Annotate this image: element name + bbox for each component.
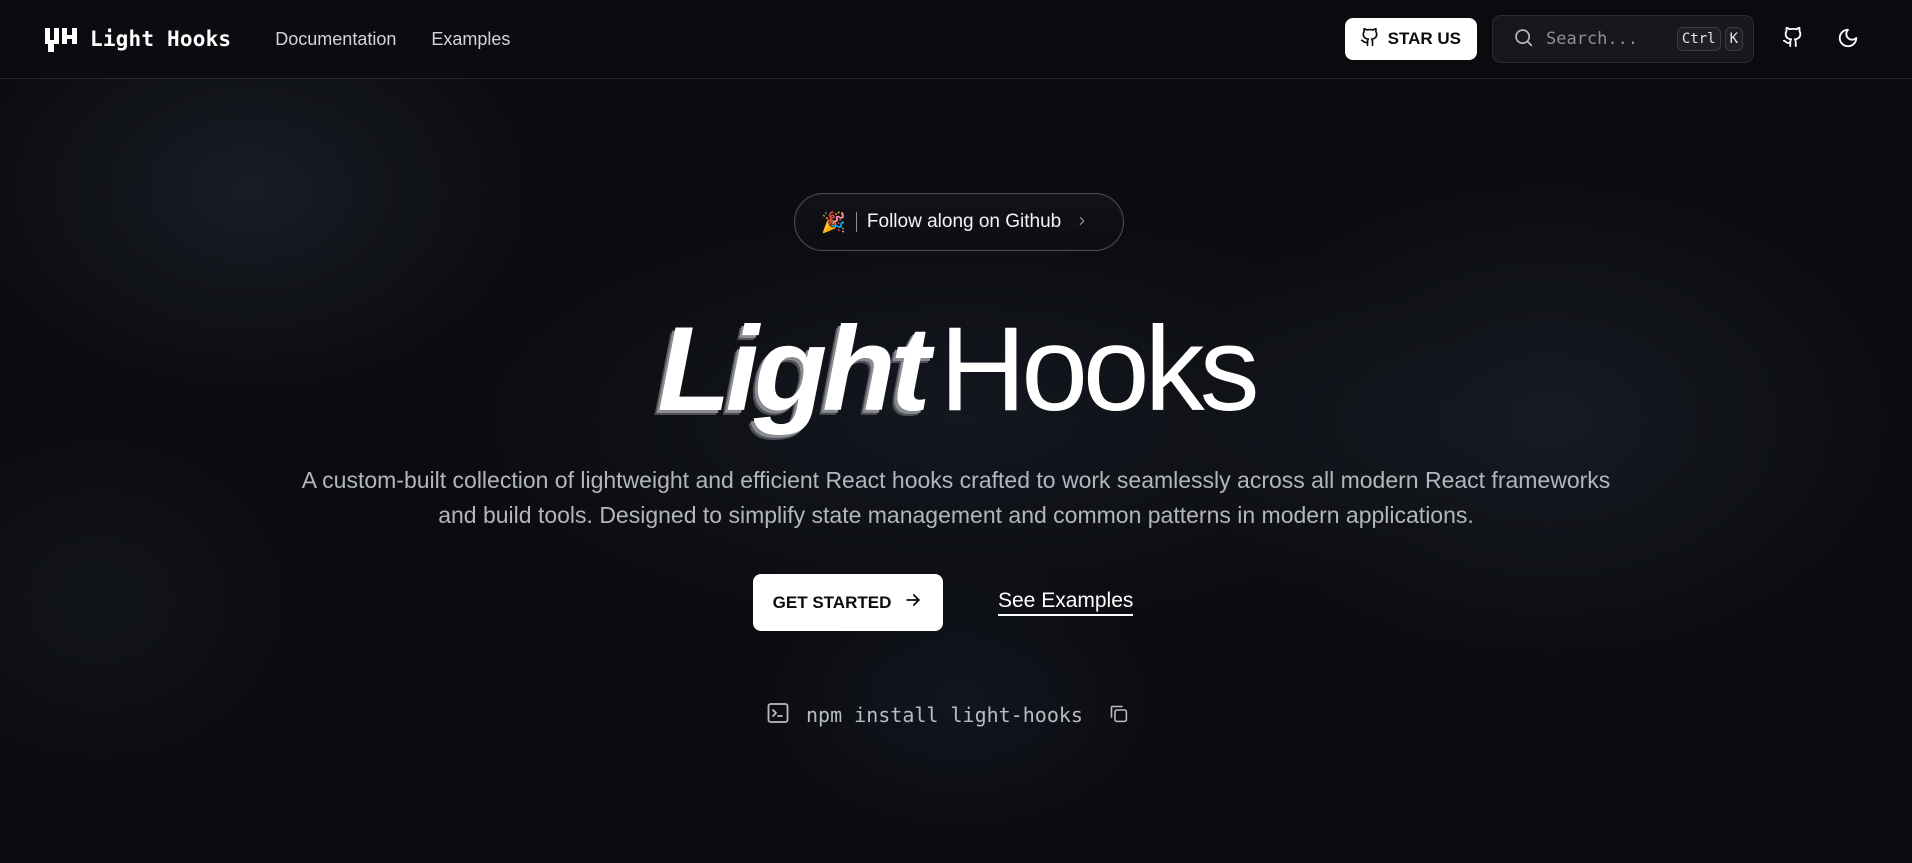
star-us-label: STAR US — [1387, 29, 1461, 48]
nav-links: Documentation Examples — [275, 29, 510, 50]
logo-icon — [44, 22, 78, 56]
get-started-button[interactable]: GET STARTED — [753, 574, 943, 631]
copy-button[interactable] — [1107, 703, 1131, 727]
party-popper-icon: 🎉 — [821, 210, 846, 234]
github-link-button[interactable] — [1773, 19, 1813, 59]
top-navbar: Light Hooks Documentation Examples STAR … — [0, 0, 1912, 79]
nav-actions: STAR US Search... Ctrl K — [1344, 15, 1868, 63]
nav-link-examples[interactable]: Examples — [431, 29, 510, 50]
github-icon — [1782, 26, 1804, 52]
shortcut-key-ctrl: Ctrl — [1676, 27, 1721, 51]
cta-row: GET STARTED See Examples — [753, 574, 1134, 631]
badge-divider — [855, 212, 857, 232]
subtitle-line-1: A custom-built collection of lightweight… — [301, 467, 1611, 493]
brand-name: Light Hooks — [90, 27, 232, 51]
search-input[interactable]: Search... Ctrl K — [1492, 15, 1754, 63]
chevron-right-icon — [1075, 213, 1089, 232]
brand-link[interactable]: Light Hooks — [44, 22, 231, 56]
hero-section: 🎉 Follow along on Github Light Hooks A cu… — [0, 79, 1912, 863]
github-icon — [1360, 27, 1380, 52]
theme-toggle-button[interactable] — [1828, 19, 1868, 59]
hero-title-regular: Hooks — [939, 302, 1260, 436]
search-icon — [1513, 27, 1534, 52]
hero-subtitle: A custom-built collection of lightweight… — [200, 463, 1712, 533]
github-follow-badge[interactable]: 🎉 Follow along on Github — [794, 193, 1124, 251]
shortcut-key-k: K — [1724, 27, 1743, 51]
nav-link-documentation[interactable]: Documentation — [275, 29, 396, 50]
moon-icon — [1837, 27, 1859, 52]
hero-title: Light Hooks — [0, 309, 1912, 429]
subtitle-line-2: and build tools. Designed to simplify st… — [438, 502, 1474, 528]
see-examples-link[interactable]: See Examples — [998, 589, 1134, 616]
star-us-button[interactable]: STAR US — [1344, 18, 1477, 60]
install-command: npm install light-hooks — [806, 703, 1083, 727]
get-started-label: GET STARTED — [772, 592, 892, 612]
copy-icon — [1108, 703, 1129, 727]
arrow-right-icon — [903, 590, 923, 615]
terminal-icon — [766, 701, 790, 729]
hero-title-italic: Light — [657, 302, 930, 436]
install-command-row: npm install light-hooks — [766, 701, 1131, 729]
search-placeholder: Search... — [1546, 29, 1639, 49]
badge-text: Follow along on Github — [866, 211, 1062, 232]
